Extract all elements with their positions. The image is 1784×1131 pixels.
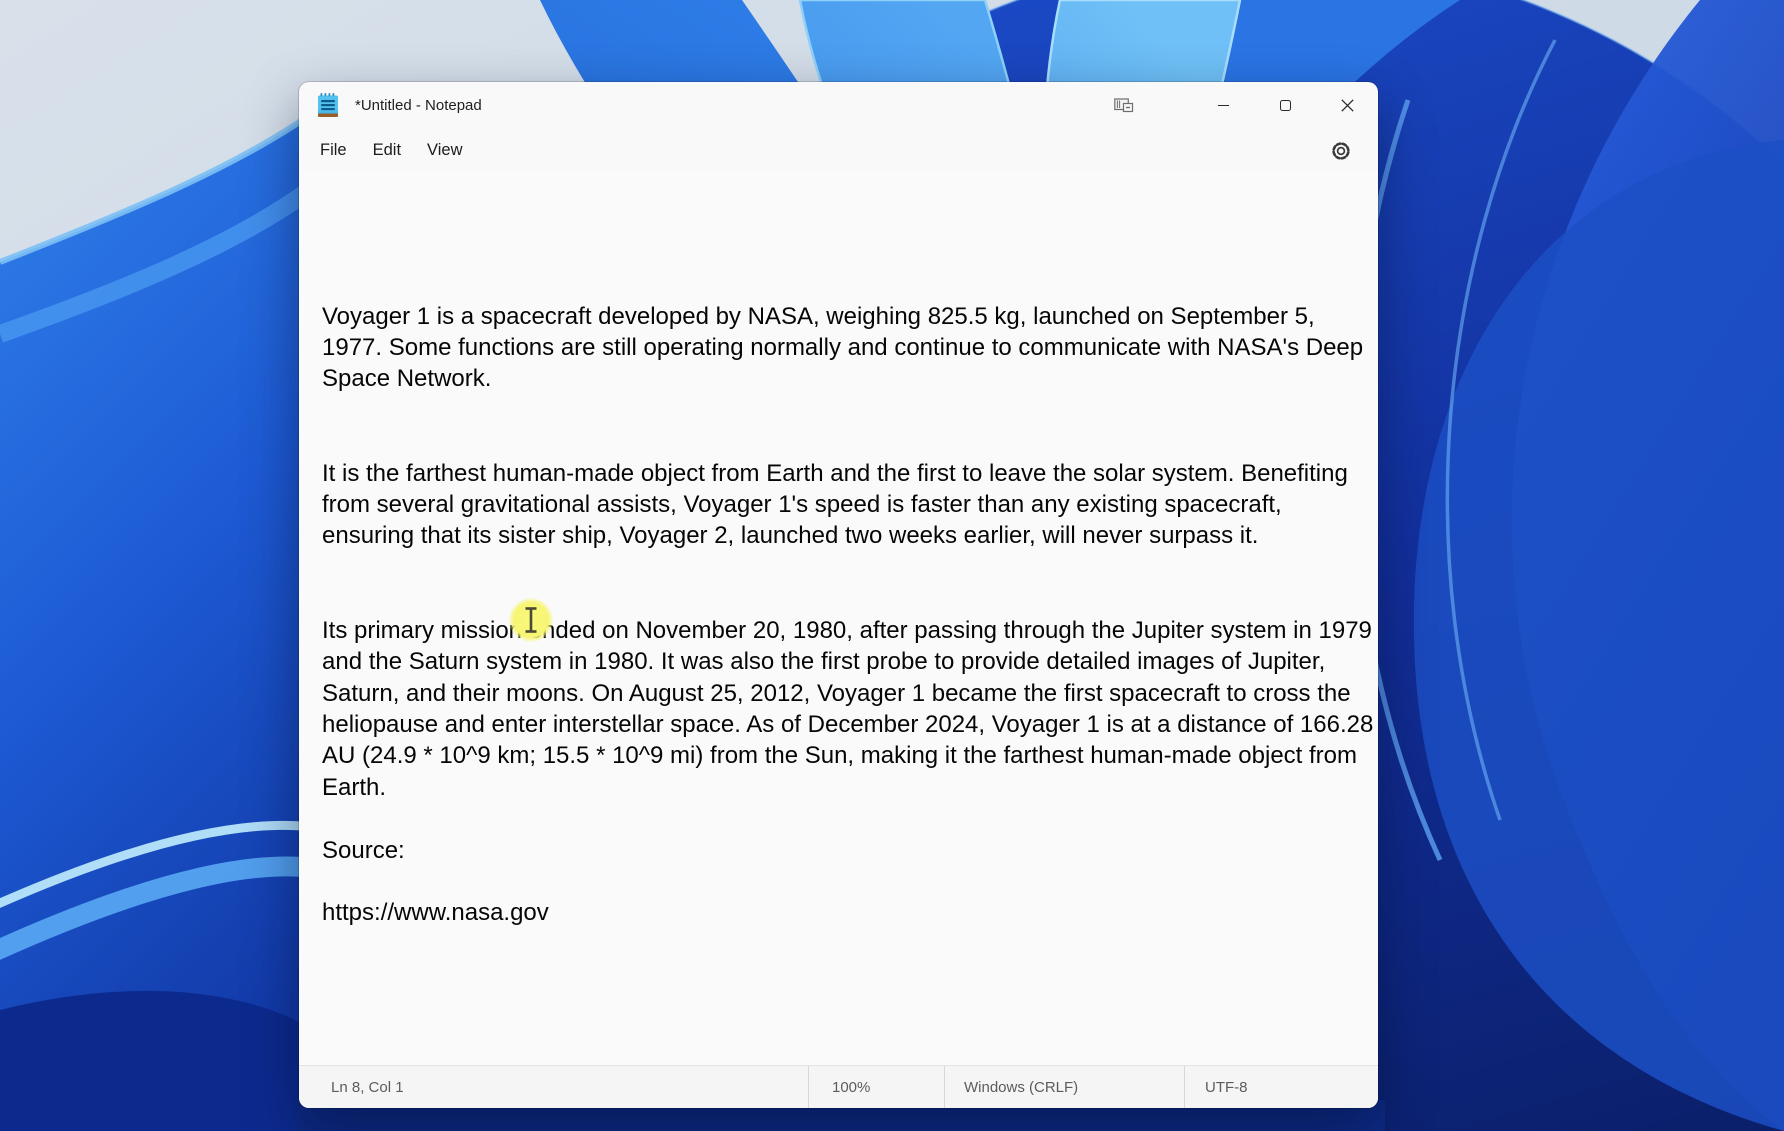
maximize-button[interactable] <box>1254 83 1316 129</box>
desktop: *Untitled - Notepad <box>0 0 1784 1131</box>
menu-file[interactable]: File <box>307 135 360 166</box>
settings-gear-icon <box>1330 140 1352 162</box>
status-bar: Ln 8, Col 1 100% Windows (CRLF) UTF-8 <box>299 1065 1378 1108</box>
close-icon <box>1341 99 1354 112</box>
text-editor[interactable]: Voyager 1 is a spacecraft developed by N… <box>299 171 1378 1065</box>
notepad-app-icon <box>317 93 339 119</box>
status-line-ending[interactable]: Windows (CRLF) <box>944 1066 1184 1108</box>
status-zoom[interactable]: 100% <box>808 1066 944 1108</box>
title-bar[interactable]: *Untitled - Notepad <box>299 82 1378 129</box>
zoom-label: 100% <box>832 1079 870 1096</box>
notepad-window: *Untitled - Notepad <box>299 82 1378 1108</box>
menu-edit[interactable]: Edit <box>360 135 414 166</box>
touch-keyboard-icon[interactable] <box>1114 97 1134 114</box>
menu-bar: File Edit View <box>299 129 1378 171</box>
line-ending-label: Windows (CRLF) <box>964 1079 1078 1096</box>
encoding-label: UTF-8 <box>1205 1079 1248 1096</box>
status-cursor-position: Ln 8, Col 1 <box>299 1066 808 1108</box>
settings-button[interactable] <box>1328 138 1354 164</box>
maximize-icon <box>1280 100 1291 111</box>
window-title: *Untitled - Notepad <box>355 97 482 114</box>
status-encoding[interactable]: UTF-8 <box>1184 1066 1378 1108</box>
menu-view[interactable]: View <box>414 135 475 166</box>
cursor-position-label: Ln 8, Col 1 <box>331 1079 404 1096</box>
close-button[interactable] <box>1316 83 1378 129</box>
minimize-button[interactable] <box>1192 83 1254 129</box>
minimize-icon <box>1218 105 1229 106</box>
